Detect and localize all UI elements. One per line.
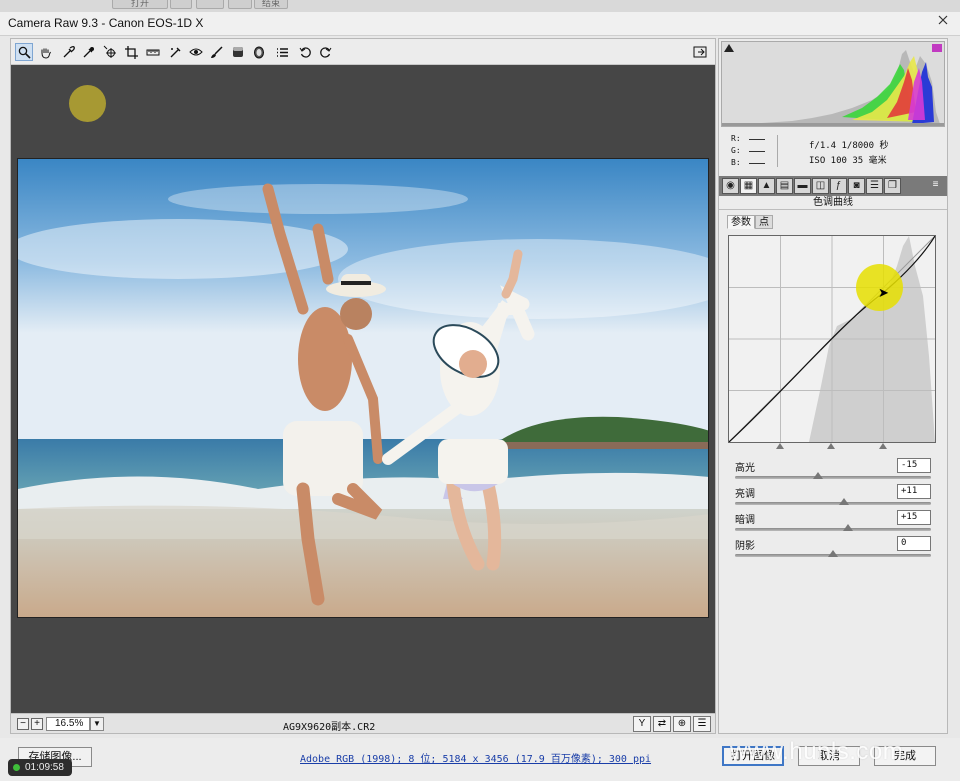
- rotate-cw-icon[interactable]: [316, 43, 334, 61]
- view-y-icon[interactable]: Y: [633, 716, 651, 732]
- tone-curve-graph[interactable]: [728, 235, 936, 443]
- param-lights: 亮调 +11: [735, 484, 931, 509]
- zoom-level-field[interactable]: 16.5%: [46, 717, 90, 731]
- tab-camera-calibration-icon[interactable]: ◙: [848, 178, 865, 194]
- title-bar: Camera Raw 9.3 - Canon EOS-1D X: [0, 12, 960, 36]
- spot-removal-icon[interactable]: [166, 43, 184, 61]
- graduated-filter-icon[interactable]: [229, 43, 247, 61]
- tab-snapshots-icon[interactable]: ❐: [884, 178, 901, 194]
- taskbar-button[interactable]: [228, 0, 252, 9]
- rgb-g: G:: [731, 146, 765, 155]
- param-value-field[interactable]: -15: [897, 458, 931, 473]
- zoom-in-button[interactable]: +: [31, 718, 43, 730]
- radial-filter-icon[interactable]: [250, 43, 268, 61]
- cursor-highlight: [69, 85, 106, 122]
- fullscreen-icon[interactable]: [691, 43, 709, 61]
- taskbar-strip: 打开 结束: [0, 0, 960, 12]
- crop-icon[interactable]: [122, 43, 140, 61]
- preferences-icon[interactable]: [273, 43, 291, 61]
- rgb-r: R:: [731, 134, 765, 143]
- color-sampler-icon[interactable]: [79, 43, 97, 61]
- view-toggle-icon[interactable]: ⊕: [673, 716, 691, 732]
- param-shadows: 阴影 0: [735, 536, 931, 561]
- slider-track[interactable]: [735, 476, 931, 479]
- tab-effects-icon[interactable]: ƒ: [830, 178, 847, 194]
- watermark: www.hunls.com: [730, 738, 904, 765]
- tab-presets-icon[interactable]: ☰: [866, 178, 883, 194]
- highlight-clipping-icon[interactable]: [932, 44, 942, 52]
- panel-title: 色调曲线: [719, 196, 947, 210]
- tab-hsl-icon[interactable]: ▤: [776, 178, 793, 194]
- footer-bar: 存储图像... Adobe RGB (1998); 8 位; 5184 x 34…: [0, 738, 960, 781]
- eyedropper-icon[interactable]: [59, 43, 77, 61]
- shadow-clipping-icon[interactable]: [724, 44, 734, 52]
- taskbar-button-open[interactable]: 打开: [112, 0, 168, 9]
- hand-tool-icon[interactable]: [36, 43, 54, 61]
- preview-pane: − + 16.5% ▼ AG9X9620副本.CR2 Y ⇄ ⊕ ☰: [10, 38, 716, 734]
- param-value-field[interactable]: +15: [897, 510, 931, 525]
- tab-point[interactable]: 点: [755, 215, 773, 229]
- window-title: Camera Raw 9.3 - Canon EOS-1D X: [8, 16, 204, 30]
- adjustments-panel: R: G: B: f/1.4 1/8000 秒 ISO 100 35 毫米 ◉ …: [718, 38, 948, 734]
- red-eye-icon[interactable]: [187, 43, 205, 61]
- tab-parametric[interactable]: 参数: [727, 215, 755, 229]
- record-indicator-icon: [13, 764, 20, 771]
- zoom-out-button[interactable]: −: [17, 718, 29, 730]
- adjustment-brush-icon[interactable]: [207, 43, 225, 61]
- view-before-after-icon[interactable]: ⇄: [653, 716, 671, 732]
- rgb-b: B:: [731, 158, 765, 167]
- slider-track[interactable]: [735, 528, 931, 531]
- close-icon[interactable]: [938, 15, 948, 25]
- slider-thumb[interactable]: [838, 498, 849, 505]
- exposure-info: f/1.4 1/8000 秒: [809, 141, 889, 151]
- param-highlights: 高光 -15: [735, 458, 931, 483]
- param-label: 高光: [735, 463, 755, 474]
- target-adjust-icon[interactable]: [101, 43, 119, 61]
- tab-basic-icon[interactable]: ◉: [722, 178, 739, 194]
- slider-track[interactable]: [735, 502, 931, 505]
- taskbar-button-end[interactable]: 结束: [254, 0, 288, 9]
- taskbar-button[interactable]: [170, 0, 192, 9]
- midtone-split-marker[interactable]: [827, 443, 835, 449]
- highlight-split-marker[interactable]: [879, 443, 887, 449]
- slider-thumb[interactable]: [842, 524, 853, 531]
- image-canvas[interactable]: [11, 65, 715, 713]
- param-darks: 暗调 +15: [735, 510, 931, 535]
- param-label: 阴影: [735, 541, 755, 552]
- divider: [777, 135, 778, 167]
- pointer-cursor-icon: ➤: [878, 285, 889, 300]
- view-settings-icon[interactable]: ☰: [693, 716, 711, 732]
- param-label: 暗调: [735, 515, 755, 526]
- tools-toolbar: [11, 39, 715, 65]
- tab-split-toning-icon[interactable]: ▬: [794, 178, 811, 194]
- histogram: [721, 41, 945, 127]
- iso-focal-info: ISO 100 35 毫米: [809, 156, 887, 166]
- chevron-down-icon[interactable]: ▼: [90, 717, 104, 731]
- taskbar-button[interactable]: [196, 0, 224, 9]
- slider-thumb[interactable]: [813, 472, 824, 479]
- recording-timer: 01:09:58: [8, 759, 72, 776]
- photo-preview[interactable]: [17, 158, 709, 618]
- file-name: AG9X9620副本.CR2: [283, 722, 376, 733]
- zoom-tool-icon[interactable]: [15, 43, 33, 61]
- panel-tabs: ◉ ▦ ▲ ▤ ▬ ◫ ƒ ◙ ☰ ❐ ≡: [719, 176, 947, 196]
- rotate-ccw-icon[interactable]: [296, 43, 314, 61]
- param-label: 亮调: [735, 489, 755, 500]
- straighten-icon[interactable]: [144, 43, 162, 61]
- pixel-readout: R: G: B: f/1.4 1/8000 秒 ISO 100 35 毫米: [727, 133, 945, 171]
- param-value-field[interactable]: 0: [897, 536, 931, 551]
- param-value-field[interactable]: +11: [897, 484, 931, 499]
- workflow-options-link[interactable]: Adobe RGB (1998); 8 位; 5184 x 3456 (17.9…: [300, 750, 651, 765]
- shadow-split-marker[interactable]: [776, 443, 784, 449]
- tab-tone-curve-icon[interactable]: ▦: [740, 178, 757, 194]
- status-bar: − + 16.5% ▼ AG9X9620副本.CR2 Y ⇄ ⊕ ☰: [11, 713, 715, 733]
- region-split-markers: [728, 443, 936, 451]
- tab-lens-icon[interactable]: ◫: [812, 178, 829, 194]
- tab-detail-icon[interactable]: ▲: [758, 178, 775, 194]
- panel-menu-icon[interactable]: ≡: [928, 178, 943, 194]
- slider-thumb[interactable]: [828, 550, 838, 557]
